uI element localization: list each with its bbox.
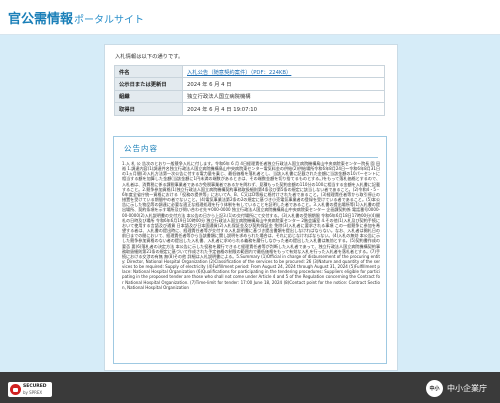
row-label-date: 公示日または更新日 xyxy=(114,77,183,91)
badge-line1: SECURED xyxy=(23,384,47,389)
announcement-body: 1.入 札 公 告次のとおり一般競争入札に付します。令和6年 6 月 4日経理責… xyxy=(122,161,380,290)
site-logo[interactable]: 官公需情報ポータルサイト xyxy=(8,8,144,27)
row-value-subject: 入札公告（随意契約案件）（PDF：224KB） xyxy=(182,64,385,79)
site-title-main: 官公需情報 xyxy=(8,12,74,27)
notice-text: 入札情報は以下の通りです。 xyxy=(115,54,184,60)
site-title-sub: ポータルサイト xyxy=(74,15,145,26)
agency-name: 中小企業庁 xyxy=(447,384,487,393)
row-label-subject: 件名 xyxy=(114,64,183,79)
row-value-retrieved: 2024 年 6 月 4 日 19:07:10 xyxy=(182,102,385,116)
bid-detail-panel: 入札情報は以下の通りです。 件名 入札公告（随意契約案件）（PDF：224KB）… xyxy=(104,44,398,371)
bid-info-table: 件名 入札公告（随意契約案件）（PDF：224KB） 公示日または更新日 202… xyxy=(114,64,385,116)
subject-pdf-link[interactable]: 入札公告（随意契約案件）（PDF：224KB） xyxy=(187,70,291,76)
site-footer: SECURED by SPREX 中小 中小企業庁 xyxy=(0,372,500,403)
table-row: 件名 入札公告（随意契約案件）（PDF：224KB） xyxy=(114,64,385,79)
table-row: 組織 独立行政法人国立病院機構 xyxy=(114,89,385,104)
announcement-divider xyxy=(120,157,378,158)
agency-emblem-icon: 中小 xyxy=(426,380,443,397)
badge-line2: by SPREX xyxy=(23,389,43,395)
announcement-box: 公告内容 1.入 札 公 告次のとおり一般競争入札に付します。令和6年 6 月 … xyxy=(113,136,387,364)
agency-logo[interactable]: 中小 中小企業庁 xyxy=(426,378,496,398)
security-badge[interactable]: SECURED by SPREX xyxy=(8,382,52,397)
row-label-organization: 組織 xyxy=(114,89,183,104)
row-value-date: 2024 年 6 月 4 日 xyxy=(182,77,385,91)
table-row: 取得日 2024 年 6 月 4 日 19:07:10 xyxy=(114,102,385,116)
site-header: 官公需情報ポータルサイト xyxy=(0,0,500,35)
agency-emblem-text: 中小 xyxy=(429,386,440,392)
announcement-title: 公告内容 xyxy=(124,144,158,153)
row-label-retrieved: 取得日 xyxy=(114,102,183,116)
table-row: 公示日または更新日 2024 年 6 月 4 日 xyxy=(114,77,385,91)
lock-icon xyxy=(10,384,21,395)
row-value-organization: 独立行政法人国立病院機構 xyxy=(182,89,385,104)
